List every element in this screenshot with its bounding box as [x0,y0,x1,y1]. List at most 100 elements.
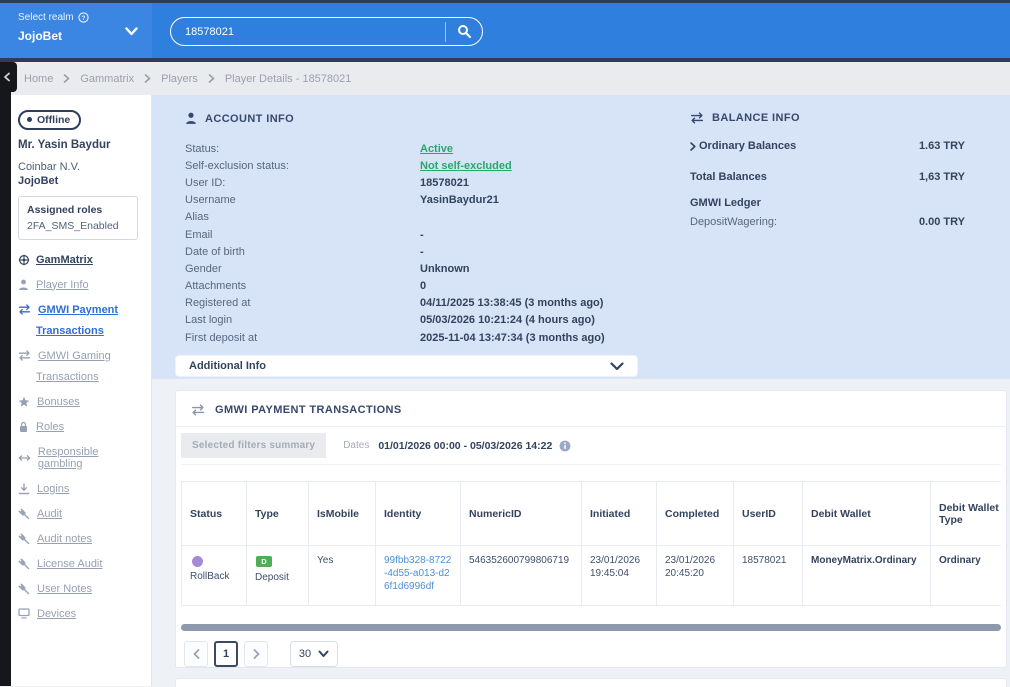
additional-info-expander[interactable]: Additional Info [175,355,638,377]
account-row-registered-at: Registered at 04/11/2025 13:38:45 (3 mon… [185,297,604,310]
chevron-right-icon [690,141,696,151]
cell-debit-wallet: MoneyMatrix.Ordinary [802,545,931,606]
sidebar-item-gmwi-gaming-transactions[interactable]: GMWI Gaming Transactions [18,350,145,383]
svg-text:?: ? [81,15,85,22]
sidebar-item-devices[interactable]: Devices [18,608,145,620]
cell-debit-wallet-type: Ordinary [930,545,1001,606]
transactions-table-wrap: Status Type IsMobile Identity NumericID … [181,481,1001,606]
page-size-select[interactable]: 30 [290,641,338,667]
chevron-left-icon [193,649,199,659]
breadcrumb-current: Player Details - 18578021 [224,72,352,85]
star-icon [18,396,30,407]
breadcrumb-separator-icon [208,74,215,83]
search-button[interactable] [446,18,482,45]
account-row-dob: Date of birth - [185,245,424,258]
sidebar-item-audit[interactable]: Audit [18,508,145,520]
sidebar-item-audit-notes[interactable]: Audit notes [18,533,145,545]
account-info-section: ACCOUNT INFO Status: Active Self-exclusi… [185,112,690,379]
login-download-icon [18,482,30,494]
total-balances-label: Total Balances [690,171,767,183]
breadcrumb-separator-icon [64,74,70,83]
sidebar-item-gammatrix[interactable]: GamMatrix [18,254,145,266]
select-realm-text: Select realm [18,12,74,23]
select-realm-label: Select realm ? [18,12,152,23]
player-search [170,17,483,46]
sidebar-item-license-audit[interactable]: License Audit [18,558,145,570]
table-header-row: Status Type IsMobile Identity NumericID … [181,481,1001,546]
account-row-gender: Gender Unknown [185,262,470,275]
brand-name: JojoBet [18,174,59,187]
cell-ismobile: Yes [308,545,376,606]
gavel-icon [18,583,30,594]
breadcrumb-separator-icon [144,74,151,83]
arrows-horizontal-icon [18,454,31,461]
account-row-attachments: Attachments 0 [185,280,427,293]
chevron-left-icon [4,72,10,82]
pagination: 1 30 [184,641,1006,667]
sidebar-item-roles[interactable]: Roles [18,421,145,433]
sidebar-item-player-info[interactable]: Player Info [18,279,145,291]
sidebar-item-logins[interactable]: Logins [18,483,145,495]
deposit-wagering-label: DepositWagering: [690,216,778,228]
cell-status: RollBack [181,545,247,606]
assigned-roles-box: Assigned roles 2FA_SMS_Enabled [18,195,138,240]
cell-type: D Deposit [246,545,309,606]
additional-info-label: Additional Info [189,360,266,372]
col-numericid: NumericID [460,481,582,546]
self-exclusion-link[interactable]: Not self-excluded [420,160,512,172]
person-icon [186,112,196,124]
gavel-icon [18,533,30,544]
next-page-button[interactable] [244,641,268,667]
cell-numericid: 546352600799806719 [460,545,582,606]
account-row-first-deposit: First deposit at 2025-11-04 13:47:34 (3 … [185,331,605,344]
sidebar-item-bonuses[interactable]: Bonuses [18,396,145,408]
sidebar-menu: Player Info GMWI Payment Transactions GM… [18,279,145,620]
current-page-button[interactable]: 1 [214,641,238,667]
table-row: RollBack D Deposit Yes 99fbb328-8722-4d5… [181,545,1001,606]
breadcrumb: Home Gammatrix Players Player Details - … [0,62,1010,95]
chevron-down-icon[interactable] [125,27,138,36]
account-panel: ACCOUNT INFO Status: Active Self-exclusi… [152,95,1010,379]
cell-completed: 23/01/2026 20:45:20 [656,545,734,606]
helm-icon [18,254,30,265]
collapsed-panel-strip [0,62,11,686]
ordinary-balances-row[interactable]: Ordinary Balances 1.63 TRY [690,140,965,152]
account-info-rows: Status: Active Self-exclusion status: No… [185,140,690,346]
status-link[interactable]: Active [420,143,453,155]
monitor-icon [18,608,30,619]
info-icon[interactable] [559,440,571,452]
ordinary-balances-value: 1.63 TRY [918,140,965,152]
account-row-email: Email - [185,228,424,241]
transfer-icon [18,350,31,361]
sidebar-item-user-notes[interactable]: User Notes [18,583,145,595]
top-bar-inner: Select realm ? JojoBet [0,3,1010,58]
realm-selector[interactable]: Select realm ? JojoBet [0,3,152,58]
transfer-icon [18,304,31,315]
gavel-icon [18,558,30,569]
selected-filters-summary: Selected filters summary [181,433,327,458]
breadcrumb-players[interactable]: Players [161,73,198,85]
offline-dot-icon [27,117,32,122]
lock-icon [20,421,27,432]
rollback-status-icon [192,556,203,567]
cell-userid: 18578021 [733,545,803,606]
chevron-right-icon [253,649,259,659]
col-debit-wallet: Debit Wallet [802,481,931,546]
breadcrumb-gammatrix[interactable]: Gammatrix [80,73,134,85]
search-input[interactable] [171,25,445,38]
help-icon[interactable]: ? [77,12,89,23]
dates-label: Dates [343,440,370,451]
breadcrumb-home[interactable]: Home [24,73,53,85]
sidebar-item-gmwi-payment-transactions[interactable]: GMWI Payment Transactions [18,304,145,337]
cell-identity: 99fbb328-8722-4d55-a013-d26f1d6996df [375,545,461,606]
balance-info-title: BALANCE INFO [712,112,800,124]
sidebar-item-responsible-gambling[interactable]: Responsible gambling [18,446,145,470]
col-status: Status [181,481,247,546]
col-debit-wallet-type: Debit Wallet Type [930,481,1001,546]
horizontal-scrollbar[interactable] [181,624,1001,631]
identity-link[interactable]: 99fbb328-8722-4d55-a013-d26f1d6996df [384,554,452,593]
sidebar-collapse-button[interactable] [0,62,17,92]
account-row-status: Status: Active [185,142,454,155]
prev-page-button[interactable] [184,641,208,667]
col-ismobile: IsMobile [308,481,376,546]
